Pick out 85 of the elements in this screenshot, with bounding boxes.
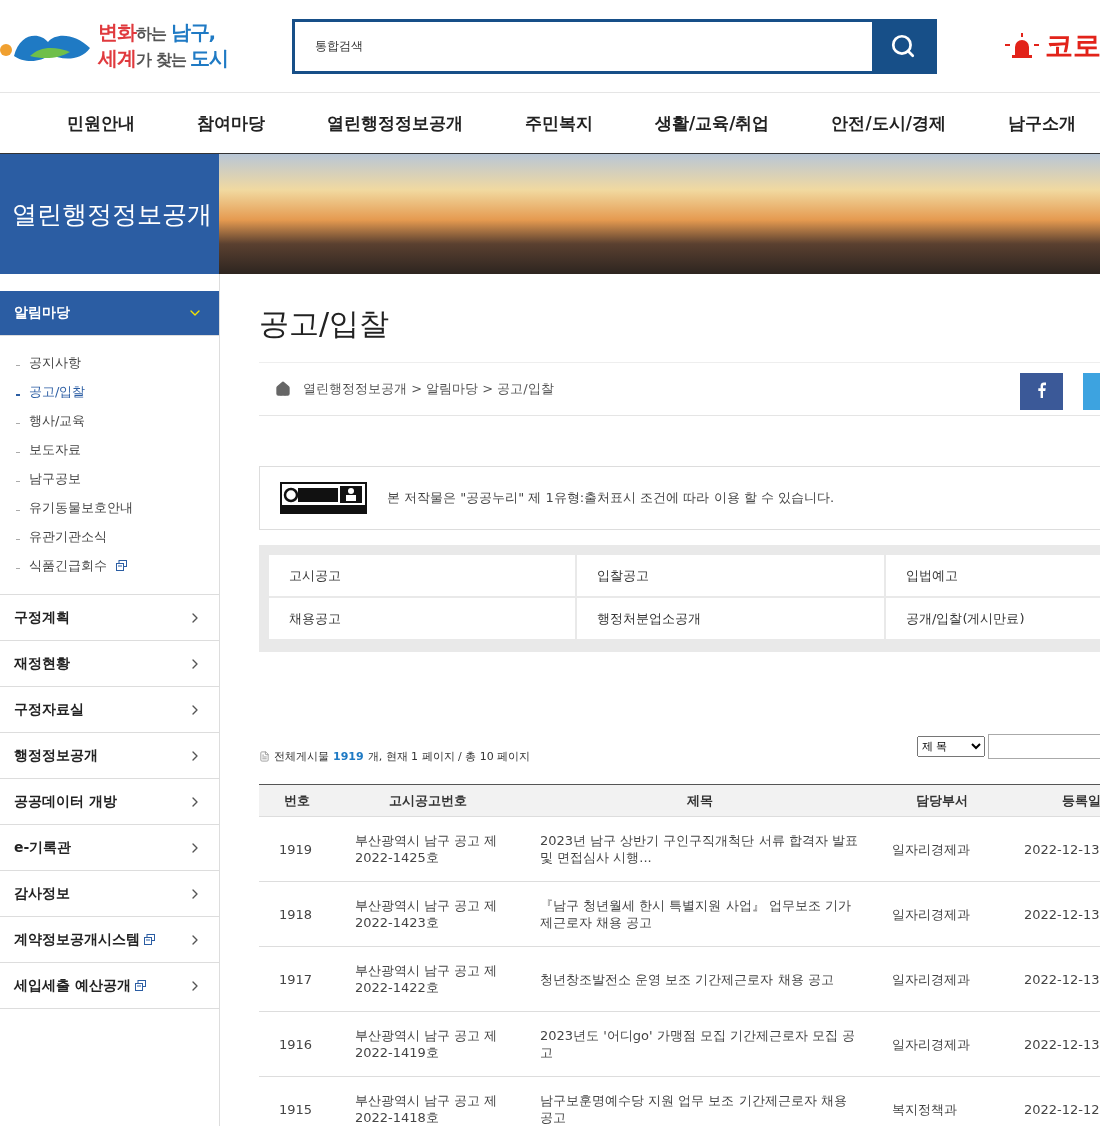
table-cell: 일자리경제과: [880, 946, 1004, 1012]
sidebar-group[interactable]: 알림마당: [0, 291, 219, 336]
section-title: 열린행정정보공개: [0, 154, 219, 274]
new-window-icon: [116, 560, 127, 571]
nav-menu-item[interactable]: 열린행정정보공개: [327, 111, 463, 135]
nav-menu-item[interactable]: 남구소개: [1007, 111, 1076, 135]
nav-menu-item[interactable]: 주민복지: [525, 111, 593, 135]
category-tab[interactable]: 행정처분업소공개: [577, 598, 884, 639]
table-cell: 부산광역시 남구 공고 제2022-1418호: [335, 1076, 520, 1126]
sidebar-group-label: 재정현황: [14, 654, 70, 673]
nav-menu-item[interactable]: 민원안내: [67, 111, 135, 135]
sidebar-group-label: 공공데이터 개방: [14, 792, 117, 811]
table-cell: 일자리경제과: [880, 881, 1004, 947]
board-search-field[interactable]: [988, 733, 1100, 759]
table-cell: 일자리경제과: [880, 816, 1004, 882]
page-title: 공고/입찰: [259, 305, 391, 343]
sidebar-group-label: 감사정보: [14, 884, 70, 903]
table-cell: 2022-12-13: [1004, 1011, 1100, 1077]
table-cell: 일자리경제과: [880, 1011, 1004, 1077]
column-header: 담당부서: [880, 784, 1004, 817]
table-cell: 부산광역시 남구 공고 제2022-1425호: [335, 816, 520, 882]
table-cell: 1915: [259, 1076, 335, 1126]
page-info: 개, 현재 1 페이지 / 총 10 페이지: [367, 748, 531, 764]
new-window-icon: [134, 980, 146, 991]
nav-menu-item[interactable]: 참여마당: [197, 111, 265, 135]
category-tab[interactable]: 입법예고: [886, 555, 1100, 596]
search-button[interactable]: [872, 21, 934, 71]
sidebar-group-label: 세입세출 예산공개: [14, 976, 146, 995]
table-cell: 부산광역시 남구 공고 제2022-1419호: [335, 1011, 520, 1077]
category-tab[interactable]: 채용공고: [269, 598, 575, 639]
sidebar-item[interactable]: 유기동물보호안내: [0, 493, 219, 522]
nav-menu-item[interactable]: 안전/도시/경제: [831, 111, 946, 135]
sidebar-item[interactable]: 유관기관소식: [0, 522, 219, 551]
table-cell: 2022-12-13: [1004, 881, 1100, 947]
table-cell: 1917: [259, 946, 335, 1012]
table-cell: 1919: [259, 816, 335, 882]
table-cell: 2022-12-13: [1004, 946, 1100, 1012]
sidebar-group-label: 구정계획: [14, 608, 70, 627]
post-count: 1919: [333, 749, 364, 763]
sidebar-item[interactable]: 공고/입찰: [0, 377, 219, 406]
table-cell: 복지정책과: [880, 1076, 1004, 1126]
sidebar-group-label: 계약정보공개시스템: [14, 930, 155, 949]
table-cell: 부산광역시 남구 공고 제2022-1422호: [335, 946, 520, 1012]
category-tab[interactable]: 고시공고: [269, 555, 575, 596]
license-notice: 본 저작물은 "공공누리" 제 1유형:출처표시 조건에 따라 이용 할 수 있습니다.: [387, 489, 835, 507]
sidebar-group-label: 알림마당: [14, 304, 70, 322]
post-title-link[interactable]: 『남구 청년월세 한시 특별지원 사업』 업무보조 기가제근로자 채용 공고: [540, 897, 860, 931]
column-header: 고시공고번호: [335, 784, 520, 817]
sidebar-item[interactable]: 식품긴급회수: [0, 551, 219, 580]
category-tab[interactable]: 공개/입찰(게시만료): [886, 598, 1100, 639]
category-tab[interactable]: 입찰공고: [577, 555, 884, 596]
post-title-link[interactable]: 2023년도 '어디go' 가맹점 모집 기간제근로자 모집 공고: [540, 1027, 860, 1061]
facebook-share-button[interactable]: [1020, 373, 1063, 410]
table-cell: 1916: [259, 1011, 335, 1077]
logo-slogan: 세계가 찾는 도시: [98, 46, 229, 72]
search-bar[interactable]: 통합검색: [292, 18, 937, 74]
logo-slogan: 변화하는 남구,: [98, 20, 217, 46]
sidebar-item[interactable]: 남구공보: [0, 464, 219, 493]
sidebar-item[interactable]: 행사/교육: [0, 406, 219, 435]
post-title-link[interactable]: 남구보훈명예수당 지원 업무 보조 기간제근로자 채용 공고: [540, 1092, 860, 1126]
column-header: 등록일: [1004, 784, 1100, 817]
sidebar-group-label: 행정정보공개: [14, 746, 98, 765]
post-count-label: 전체게시물: [274, 748, 329, 764]
sidebar-item[interactable]: 보도자료: [0, 435, 219, 464]
table-cell: 2022-12-13: [1004, 816, 1100, 882]
sidebar-item[interactable]: 공지사항: [0, 348, 219, 377]
post-title-link[interactable]: 청년창조발전소 운영 보조 기간제근로자 채용 공고: [540, 970, 860, 988]
table-cell: 1918: [259, 881, 335, 947]
new-window-icon: [144, 934, 155, 945]
search-filter-select[interactable]: 제 목: [917, 735, 985, 757]
alert-banner-text[interactable]: 코로: [1045, 27, 1100, 65]
search-icon: [890, 33, 916, 59]
home-icon[interactable]: [275, 381, 291, 397]
column-header: 제목: [520, 784, 880, 817]
siren-icon: [1003, 33, 1041, 59]
facebook-icon: [1037, 381, 1046, 398]
table-cell: 부산광역시 남구 공고 제2022-1423호: [335, 881, 520, 947]
column-header: 번호: [259, 784, 335, 817]
table-cell: 2022-12-12: [1004, 1076, 1100, 1126]
breadcrumb: 열린행정정보공개 > 알림마당 > 공고/입찰: [303, 380, 554, 398]
nav-menu-item[interactable]: 생활/교육/취업: [655, 111, 770, 135]
document-icon: [259, 750, 270, 762]
sidebar-group-label: e-기록관: [14, 838, 72, 857]
post-title-link[interactable]: 2023년 남구 상반기 구인구직개척단 서류 합격자 발표 및 면접심사 시행...: [540, 832, 860, 866]
sidebar-group-label: 구정자료실: [14, 700, 84, 719]
